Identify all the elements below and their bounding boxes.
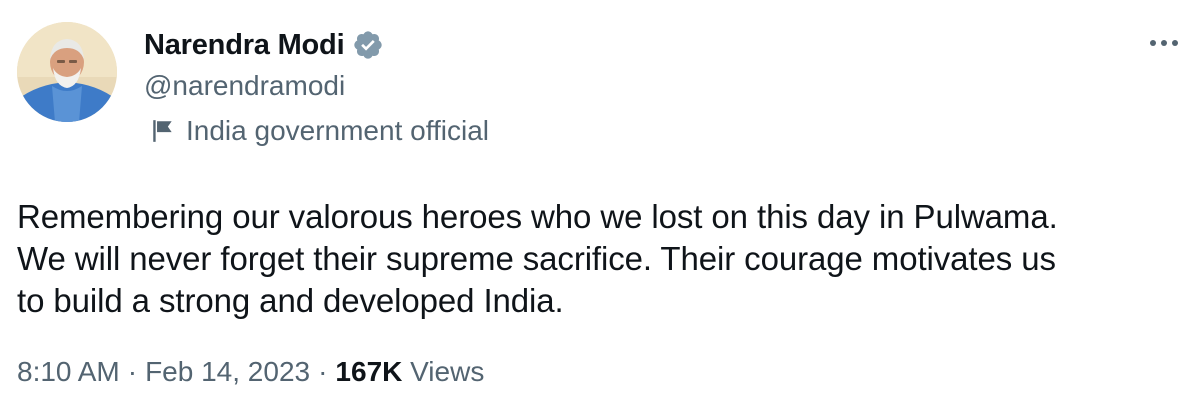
author-name-row: Narendra Modi xyxy=(144,28,384,62)
views-count: 167K xyxy=(335,356,403,387)
tweet-card: Narendra Modi @narendramodi India govern… xyxy=(0,0,1200,400)
affiliation-text: India government official xyxy=(186,115,489,146)
avatar[interactable] xyxy=(17,22,117,122)
meta-separator: · xyxy=(127,356,138,387)
avatar-image xyxy=(17,22,117,122)
more-dots-icon xyxy=(1150,40,1178,46)
flag-icon xyxy=(150,118,176,144)
tweet-date[interactable]: Feb 14, 2023 xyxy=(145,356,310,388)
verified-badge-icon xyxy=(352,29,384,61)
tweet-text: Remembering our valorous heroes who we l… xyxy=(17,198,1058,319)
tweet-meta: 8:10 AM · Feb 14, 2023 · 167K Views xyxy=(17,356,484,388)
meta-separator: · xyxy=(318,356,328,387)
views-label: Views xyxy=(410,356,485,387)
affiliation-label: India government official xyxy=(150,115,489,147)
author-handle[interactable]: @narendramodi xyxy=(144,70,345,102)
views-group[interactable]: 167K Views xyxy=(335,356,484,388)
more-options-button[interactable] xyxy=(1144,28,1184,58)
author-display-name[interactable]: Narendra Modi xyxy=(144,29,345,62)
tweet-time[interactable]: 8:10 AM xyxy=(17,356,120,388)
